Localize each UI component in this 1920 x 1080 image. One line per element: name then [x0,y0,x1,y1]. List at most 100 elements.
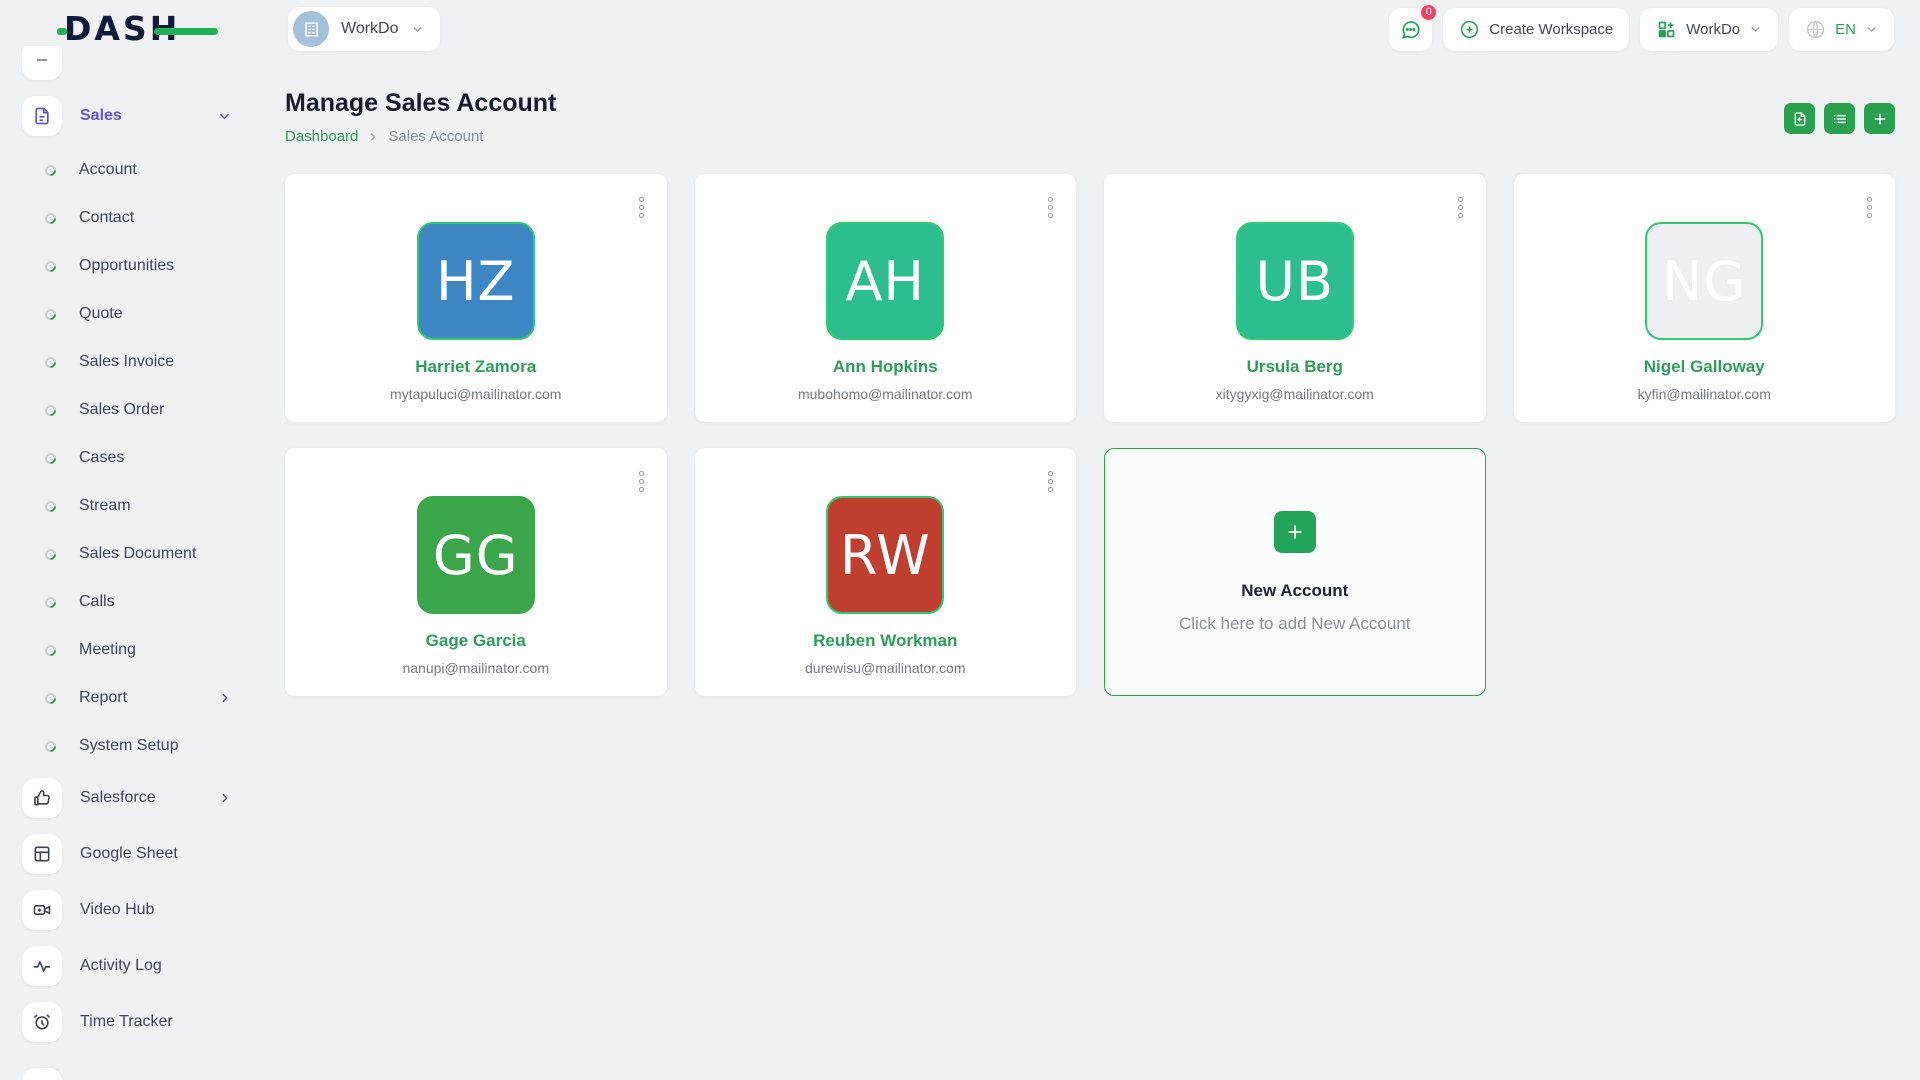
sidebar-item-partial-bottom[interactable] [22,1060,262,1080]
sidebar-item-sales-invoice[interactable]: Sales Invoice [22,338,262,386]
card-menu-button[interactable] [1455,194,1466,221]
bullet-icon [43,642,59,658]
sidebar-item-account[interactable]: Account [22,146,262,194]
account-name-link[interactable]: Nigel Galloway [1644,357,1765,377]
account-avatar: UB [1236,222,1354,340]
account-email: mytapuluci@mailinator.com [390,386,561,402]
language-label: EN [1835,21,1856,38]
sidebar-item-opportunities[interactable]: Opportunities [22,242,262,290]
account-avatar: AH [826,222,944,340]
sidebar-item-system-setup[interactable]: System Setup [22,722,262,770]
table-icon [22,834,62,874]
bullet-icon [43,258,59,274]
card-menu-button[interactable] [1045,468,1056,495]
account-name-link[interactable]: Gage Garcia [426,631,526,651]
sidebar-item-meeting[interactable]: Meeting [22,626,262,674]
list-view-button[interactable] [1824,103,1855,134]
create-workspace-button[interactable]: Create Workspace [1443,8,1629,51]
chevron-down-icon [1865,23,1878,36]
export-button[interactable] [1784,103,1815,134]
account-name-link[interactable]: Harriet Zamora [415,357,536,377]
account-name-link[interactable]: Ann Hopkins [833,357,938,377]
breadcrumb-dashboard-link[interactable]: Dashboard [285,128,358,145]
bullet-icon [43,690,59,706]
chevron-down-icon [1749,23,1762,36]
sidebar-item-label: Time Tracker [80,1013,173,1031]
messages-button[interactable]: 0 [1389,8,1432,51]
chevron-down-icon [411,23,424,36]
account-name-link[interactable]: Reuben Workman [813,631,957,651]
sidebar-item-salesforce[interactable]: Salesforce [22,770,262,826]
workdo-menu-button[interactable]: WorkDo [1640,8,1778,51]
account-avatar: HZ [417,222,535,340]
sidebar-item-label: Sales [80,107,122,125]
sidebar-item-report[interactable]: Report [22,674,262,722]
sidebar-item-google-sheet[interactable]: Google Sheet [22,826,262,882]
sidebar-item-sales-order[interactable]: Sales Order [22,386,262,434]
dash-icon [22,46,62,80]
sidebar-item-contact[interactable]: Contact [22,194,262,242]
account-card: AH Ann Hopkins mubohomo@mailinator.com [695,174,1077,422]
sidebar-item-label: Quote [79,305,123,323]
sidebar-item-label: Account [79,161,137,179]
bullet-icon [43,738,59,754]
sidebar-item-label: Report [79,689,127,707]
chevron-right-icon [218,691,232,705]
chat-bubble-icon [1399,18,1422,41]
account-avatar: NG [1645,222,1763,340]
bullet-icon [43,450,59,466]
app-logo: DASH [64,9,196,49]
sidebar-item-quote[interactable]: Quote [22,290,262,338]
card-menu-button[interactable] [1864,194,1875,221]
bullet-icon [43,306,59,322]
account-card: HZ Harriet Zamora mytapuluci@mailinator.… [285,174,667,422]
breadcrumb: Dashboard Sales Account [285,128,556,145]
workdo-menu-label: WorkDo [1686,21,1740,38]
account-email: kyfin@mailinator.com [1638,386,1771,402]
plus-circle-icon [1459,19,1480,40]
sidebar-item-partial-top[interactable] [22,46,262,86]
language-selector[interactable]: EN [1789,8,1894,51]
card-menu-button[interactable] [636,468,647,495]
chevron-right-icon [367,131,379,143]
bullet-icon [43,354,59,370]
sidebar-item-video-hub[interactable]: Video Hub [22,882,262,938]
card-menu-button[interactable] [636,194,647,221]
sidebar-item-label: Video Hub [80,901,154,919]
account-card: UB Ursula Berg xitygyxig@mailinator.com [1104,174,1486,422]
card-menu-button[interactable] [1045,194,1056,221]
sidebar-item-time-tracker[interactable]: Time Tracker [22,994,262,1050]
account-name-link[interactable]: Ursula Berg [1247,357,1343,377]
sidebar-item-sales[interactable]: Sales [22,90,262,142]
sidebar-item-cases[interactable]: Cases [22,434,262,482]
account-card: NG Nigel Galloway kyfin@mailinator.com [1514,174,1896,422]
account-card: RW Reuben Workman durewisu@mailinator.co… [695,448,1077,696]
bullet-icon [43,162,59,178]
chevron-down-icon [217,109,232,124]
workspace-switcher[interactable]: WorkDo [288,7,440,51]
video-camera-icon [22,890,62,930]
chevron-right-icon [218,791,232,805]
sidebar-item-stream[interactable]: Stream [22,482,262,530]
sidebar-item-calls[interactable]: Calls [22,578,262,626]
sidebar-item-label: Contact [79,209,134,227]
account-email: durewisu@mailinator.com [805,660,966,676]
new-account-card[interactable]: New Account Click here to add New Accoun… [1104,448,1486,696]
bullet-icon [43,498,59,514]
sidebar-item-label: Opportunities [79,257,174,275]
sidebar-item-label: Google Sheet [80,845,178,863]
sidebar-item-sales-document[interactable]: Sales Document [22,530,262,578]
logo-dash-bar [154,28,218,35]
page-header: Manage Sales Account Dashboard Sales Acc… [285,57,1895,145]
add-account-button[interactable] [1864,103,1895,134]
sidebar-item-label: Stream [79,497,131,515]
dash-icon [22,1068,62,1080]
plus-icon [1274,511,1316,553]
sidebar-item-activity-log[interactable]: Activity Log [22,938,262,994]
breadcrumb-current: Sales Account [388,128,483,145]
sidebar-item-label: Sales Order [79,401,164,419]
account-email: xitygyxig@mailinator.com [1216,386,1374,402]
workspace-avatar [293,11,329,47]
accounts-grid: HZ Harriet Zamora mytapuluci@mailinator.… [285,174,1895,696]
new-account-title: New Account [1241,581,1348,601]
